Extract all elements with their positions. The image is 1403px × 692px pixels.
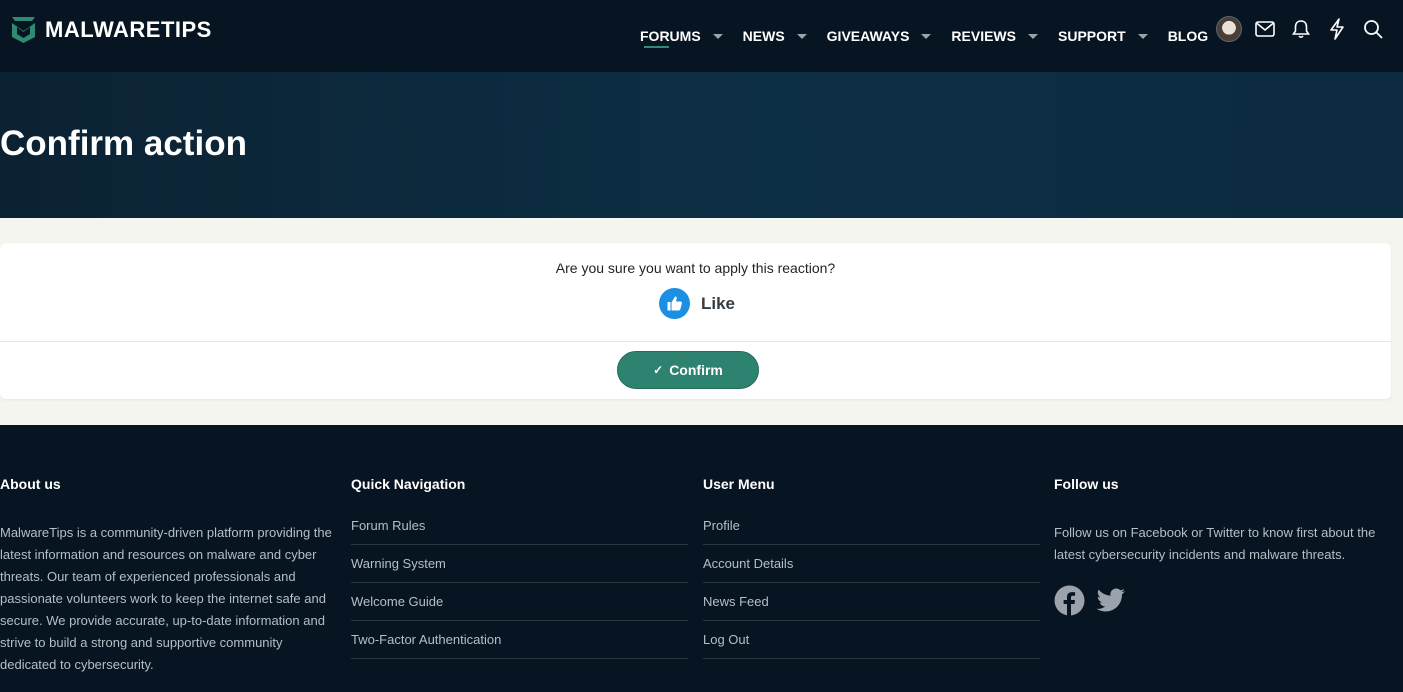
nav-reviews-label: REVIEWS — [951, 28, 1016, 44]
nav-reviews[interactable]: REVIEWS — [941, 0, 1048, 72]
nav-forums-label: FORUMS — [640, 28, 701, 44]
nav-blog-label: BLOG — [1167, 28, 1209, 44]
envelope-icon[interactable] — [1252, 16, 1278, 42]
twitter-icon[interactable] — [1095, 585, 1126, 616]
footer-about-text: MalwareTips is a community-driven platfo… — [0, 525, 332, 672]
footer-link-welcome-guide[interactable]: Welcome Guide — [351, 583, 688, 621]
nav-support[interactable]: SUPPORT — [1048, 0, 1158, 72]
top-navigation-bar: MALWARETIPS FORUMS NEWS GIVEAWAYS REVIEW… — [0, 0, 1403, 72]
brand-name: MALWARETIPS — [45, 16, 212, 42]
site-logo[interactable]: MALWARETIPS — [10, 15, 212, 44]
reaction-preview: Like — [659, 288, 735, 319]
lightning-icon[interactable] — [1324, 16, 1350, 42]
nav-news[interactable]: NEWS — [733, 0, 817, 72]
chevron-down-icon[interactable] — [1028, 33, 1038, 39]
footer-quick-nav-title: Quick Navigation — [351, 476, 466, 492]
confirm-button-label: Confirm — [669, 362, 723, 378]
footer-link-account-details[interactable]: Account Details — [703, 545, 1040, 583]
chevron-down-icon[interactable] — [712, 33, 723, 39]
bell-icon[interactable] — [1288, 16, 1314, 42]
footer-link-two-factor[interactable]: Two-Factor Authentication — [351, 621, 688, 659]
chevron-down-icon[interactable] — [1137, 33, 1148, 39]
site-footer: About us MalwareTips is a community-driv… — [0, 425, 1403, 692]
chevron-down-icon[interactable] — [796, 33, 807, 39]
footer-user-menu-title: User Menu — [703, 476, 775, 492]
user-toolbar — [1216, 16, 1396, 42]
footer-follow-title: Follow us — [1054, 476, 1119, 492]
thumbs-up-icon — [659, 288, 690, 319]
facebook-icon[interactable] — [1054, 585, 1085, 616]
logo-mark-icon — [12, 17, 35, 43]
page-banner: Confirm action — [0, 72, 1403, 218]
main-nav: FORUMS NEWS GIVEAWAYS REVIEWS SUPPORT BL… — [630, 0, 1218, 72]
confirm-button[interactable]: ✓ Confirm — [617, 351, 759, 389]
reaction-label: Like — [701, 293, 736, 313]
footer-link-news-feed[interactable]: News Feed — [703, 583, 1040, 621]
footer-link-profile[interactable]: Profile — [703, 507, 1040, 545]
social-links — [1054, 585, 1136, 616]
footer-about-title: About us — [0, 476, 61, 492]
nav-giveaways[interactable]: GIVEAWAYS — [817, 0, 942, 72]
user-menu-links: Profile Account Details News Feed Log Ou… — [703, 507, 1040, 659]
quick-nav-links: Forum Rules Warning System Welcome Guide… — [351, 507, 688, 659]
confirm-reaction-dialog: Are you sure you want to apply this reac… — [0, 243, 1391, 399]
avatar — [1216, 16, 1242, 42]
nav-forums[interactable]: FORUMS — [630, 0, 733, 72]
nav-blog[interactable]: BLOG — [1158, 0, 1218, 72]
divider — [0, 341, 1391, 342]
nav-support-label: SUPPORT — [1058, 28, 1126, 44]
search-icon[interactable] — [1360, 16, 1386, 42]
footer-link-log-out[interactable]: Log Out — [703, 621, 1040, 659]
page-title: Confirm action — [0, 124, 247, 163]
nav-giveaways-label: GIVEAWAYS — [826, 28, 910, 44]
confirm-question: Are you sure you want to apply this reac… — [555, 260, 836, 276]
footer-link-warning-system[interactable]: Warning System — [351, 545, 688, 583]
chevron-down-icon[interactable] — [921, 33, 932, 39]
footer-link-forum-rules[interactable]: Forum Rules — [351, 507, 688, 545]
footer-follow-text: Follow us on Facebook or Twitter to know… — [1054, 525, 1376, 562]
nav-news-label: NEWS — [742, 28, 785, 44]
checkmark-icon: ✓ — [653, 363, 664, 377]
account-avatar[interactable] — [1216, 16, 1242, 42]
